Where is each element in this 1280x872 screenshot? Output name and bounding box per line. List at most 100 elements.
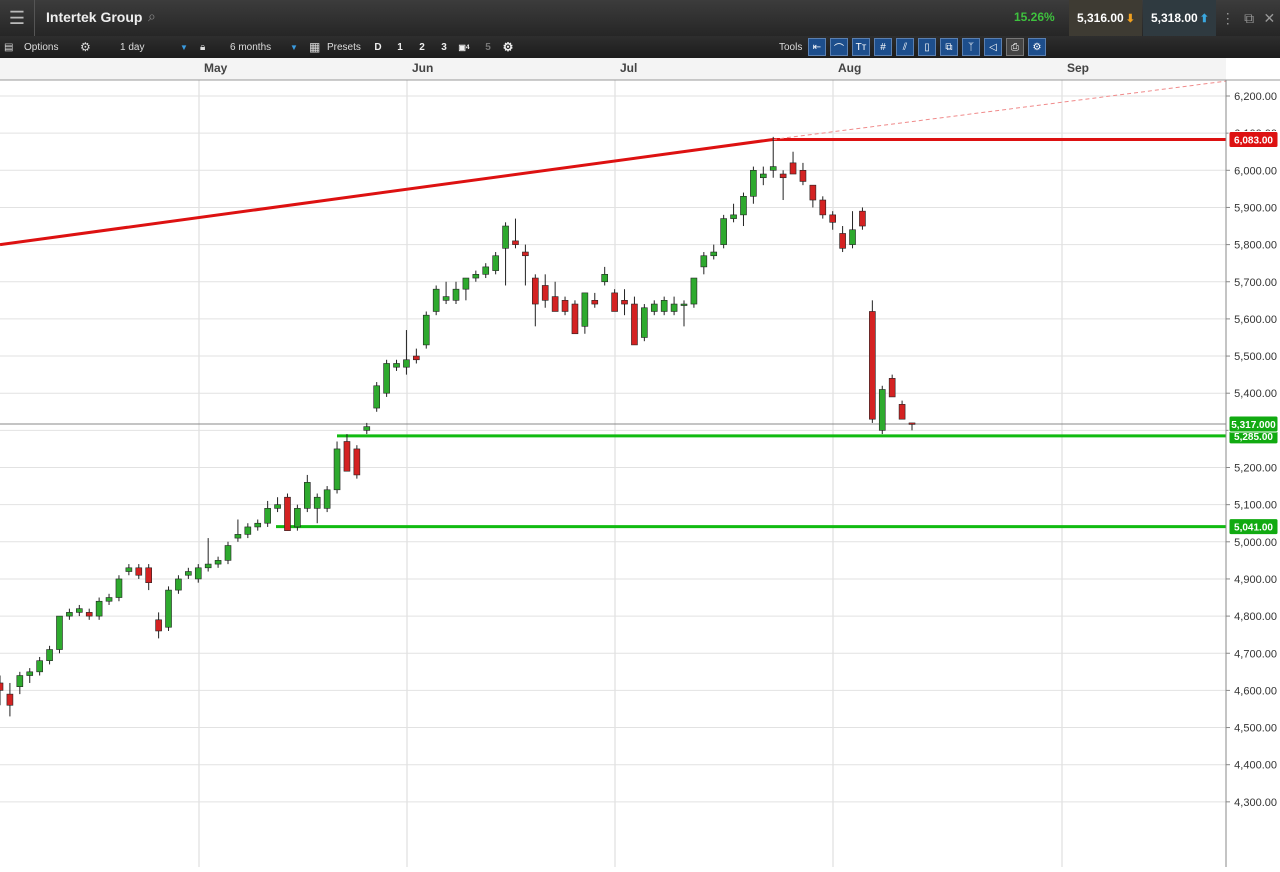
candle-body (839, 233, 846, 249)
candle-body (809, 184, 817, 201)
candle-body (432, 288, 440, 312)
buy-price-button[interactable]: 5,318.00 ⬆ (1143, 0, 1216, 36)
candle-body (294, 508, 301, 528)
candle-body (304, 482, 311, 509)
candlestick-chart-svg[interactable]: MayJunJulAugSep 6,200.006,100.006,000.00… (0, 58, 1280, 867)
candle-body (660, 300, 668, 312)
range-select[interactable]: 6 months (230, 36, 271, 58)
resistance-price-label: 6,083.00 (1234, 135, 1273, 146)
candle-body (482, 266, 490, 275)
candle-body (541, 285, 549, 301)
print-icon[interactable]: ⎙ (1006, 38, 1024, 56)
price-tick-label: 4,700.00 (1234, 648, 1277, 660)
preset-d-button[interactable]: D (369, 38, 387, 56)
price-tick-label: 6,200.00 (1234, 91, 1277, 103)
compare-icon[interactable]: ⧉ (940, 38, 958, 56)
options-icon[interactable]: ▤ (4, 36, 13, 58)
price-tick-label: 4,600.00 (1234, 685, 1277, 697)
chevron-down-icon[interactable]: ▼ (290, 43, 298, 52)
indicator-icon[interactable]: ᛉ (962, 38, 980, 56)
tools-label: Tools (779, 41, 803, 53)
preset-4-button[interactable]: ▣ 4 (455, 38, 473, 56)
candle-body (56, 615, 63, 650)
candle-body (452, 288, 460, 301)
candle-body (492, 255, 499, 271)
support-upper-price-label: 5,285.00 (1234, 432, 1273, 443)
candle-body (234, 534, 242, 539)
candle-body (145, 567, 152, 583)
candle-body (621, 300, 628, 305)
lock-icon[interactable]: 🔒︎ (200, 36, 205, 58)
close-icon[interactable]: ✕ (1264, 10, 1276, 27)
preset-2-button[interactable]: 2 (413, 38, 431, 56)
hamburger-icon[interactable]: ☰ (0, 0, 35, 36)
price-chart[interactable]: MayJunJulAugSep 6,200.006,100.006,000.00… (0, 58, 1280, 867)
candle-body (105, 597, 113, 602)
calendar-icon[interactable]: ▦ (309, 36, 320, 58)
month-label: Sep (1067, 61, 1089, 75)
price-tick-label: 4,300.00 (1234, 797, 1277, 809)
options-button[interactable]: Options (24, 36, 58, 58)
preset-4-label: 4 (465, 43, 470, 51)
sell-price-button[interactable]: 5,316.00 ⬇ (1069, 0, 1142, 36)
candle-tool-icon[interactable]: ▯ (918, 38, 936, 56)
candle-body (641, 307, 648, 338)
candle-body (16, 675, 24, 687)
candle-body (323, 489, 331, 509)
grid-icon[interactable]: # (874, 38, 892, 56)
candle-body (224, 545, 232, 561)
candle-body (561, 300, 569, 312)
interval-select[interactable]: 1 day (120, 36, 144, 58)
candle-body (680, 303, 688, 306)
chevron-down-icon[interactable]: ▼ (180, 43, 188, 52)
preset-1-button[interactable]: 1 (391, 38, 409, 56)
window-controls: ⋮ ⧉ ✕ (1216, 0, 1280, 36)
price-tick-label: 6,000.00 (1234, 165, 1277, 177)
preset-3-button[interactable]: 3 (435, 38, 453, 56)
tag-icon[interactable]: ◁ (984, 38, 1002, 56)
drag-handle-icon[interactable]: ⋮ (1221, 10, 1235, 27)
candle-body (720, 218, 727, 245)
candle-body (66, 612, 73, 617)
candle-body (611, 292, 618, 312)
preset-settings-icon[interactable]: ⚙ (499, 38, 517, 56)
candle-body (799, 170, 807, 182)
candle-body (601, 274, 608, 283)
preset-5-button[interactable]: 5 (479, 38, 497, 56)
tools-settings-icon[interactable]: ⚙ (1028, 38, 1046, 56)
popout-icon[interactable]: ⧉ (1244, 10, 1254, 27)
month-axis-band (0, 58, 1226, 80)
down-arrow-icon: ⬇ (1125, 12, 1135, 25)
settings-gear-icon[interactable]: ⚙ (80, 36, 91, 58)
trendline-tool-icon[interactable]: ⫽ (896, 38, 914, 56)
price-tick-label: 5,500.00 (1234, 351, 1277, 363)
price-tick-label: 5,200.00 (1234, 463, 1277, 475)
candles-layer (0, 136, 916, 717)
search-icon[interactable]: ⌕ (148, 8, 156, 25)
candle-body (313, 496, 321, 509)
candle-body (779, 173, 787, 179)
candle-body (155, 619, 162, 632)
candle-body (819, 199, 827, 216)
candle-body (631, 303, 638, 346)
candle-body (393, 363, 400, 368)
candle-body (571, 303, 579, 335)
candle-body (254, 522, 262, 528)
candle-body (0, 682, 4, 691)
curve-tool-icon[interactable]: ⌒ (830, 38, 848, 56)
text-tool-icon[interactable]: Tт (852, 38, 870, 56)
price-tick-label: 5,900.00 (1234, 202, 1277, 214)
price-tick-label: 5,600.00 (1234, 314, 1277, 326)
candle-body (422, 314, 430, 346)
candle-body (76, 608, 83, 613)
back-arrow-icon[interactable]: ⇤ (808, 38, 826, 56)
candle-body (165, 589, 172, 628)
candle-body (710, 251, 718, 257)
month-label: May (204, 61, 228, 75)
price-tick-label: 5,400.00 (1234, 388, 1277, 400)
candle-body (185, 571, 192, 576)
presets-label: Presets (327, 41, 361, 53)
price-tick-label: 4,800.00 (1234, 611, 1277, 623)
candle-body (244, 526, 252, 535)
month-axis: May Jun Jul Aug Sep (0, 58, 1280, 81)
